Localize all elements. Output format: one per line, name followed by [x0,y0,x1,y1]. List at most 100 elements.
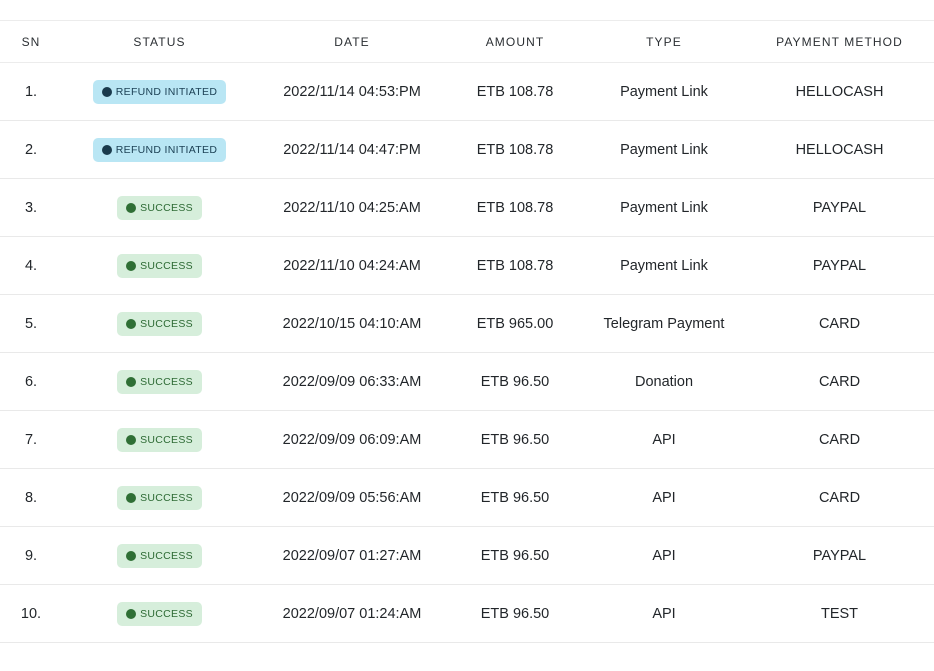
cell-status: SUCCESS [62,468,257,527]
table-row[interactable]: 2. REFUND INITIATED 2022/11/14 04:47:PM ETB… [0,120,934,179]
cell-date: 2022/09/09 06:33:AM [257,352,447,411]
column-header-status[interactable]: STATUS [62,21,257,63]
column-header-date[interactable]: DATE [257,21,447,63]
cell-amount: ETB 96.50 [447,410,583,469]
cell-type: Donation [583,352,745,411]
table-row[interactable]: 4. SUCCESS 2022/11/10 04:24:AM ETB 108.78 Pa… [0,236,934,295]
cell-payment-method: PAYPAL [745,178,934,237]
status-badge-label: REFUND INITIATED [115,85,218,98]
transactions-table: SN STATUS DATE AMOUNT TYPE PAYMENT METHO… [0,21,934,643]
status-dot-icon [101,86,112,97]
status-badge: SUCCESS [117,195,202,220]
cell-payment-method: PAYPAL [745,236,934,295]
cell-type: Telegram Payment [583,294,745,353]
status-dot-icon [126,550,137,561]
cell-date: 2022/11/10 04:25:AM [257,178,447,237]
table-row[interactable]: 8. SUCCESS 2022/09/09 05:56:AM ETB 96.50 API… [0,468,934,527]
cell-payment-method: CARD [745,468,934,527]
cell-sn: 5. [0,294,62,353]
cell-amount: ETB 965.00 [447,294,583,353]
cell-amount: ETB 96.50 [447,468,583,527]
cell-date: 2022/11/14 04:53:PM [257,62,447,121]
status-badge: SUCCESS [117,485,202,510]
status-badge-label: SUCCESS [140,549,193,562]
status-badge-label: SUCCESS [140,607,193,620]
cell-sn: 4. [0,236,62,295]
cell-payment-method: CARD [745,294,934,353]
status-dot-icon [126,318,137,329]
cell-status: REFUND INITIATED [62,62,257,121]
status-badge: REFUND INITIATED [92,79,227,104]
table-row[interactable]: 3. SUCCESS 2022/11/10 04:25:AM ETB 108.78 Pa… [0,178,934,237]
cell-date: 2022/09/07 01:24:AM [257,584,447,643]
table-row[interactable]: 10. SUCCESS 2022/09/07 01:24:AM ETB 96.50 AP… [0,584,934,643]
cell-type: Payment Link [583,236,745,295]
cell-sn: 9. [0,526,62,585]
status-dot-icon [101,144,112,155]
cell-amount: ETB 96.50 [447,526,583,585]
status-badge: REFUND INITIATED [92,137,227,162]
cell-type: API [583,410,745,469]
cell-type: Payment Link [583,62,745,121]
cell-date: 2022/10/15 04:10:AM [257,294,447,353]
status-badge-label: REFUND INITIATED [115,143,218,156]
status-badge-label: SUCCESS [140,201,193,214]
cell-sn: 1. [0,62,62,121]
status-badge: SUCCESS [117,253,202,278]
status-badge: SUCCESS [117,369,202,394]
cell-payment-method: CARD [745,352,934,411]
cell-sn: 8. [0,468,62,527]
table-row[interactable]: 9. SUCCESS 2022/09/07 01:27:AM ETB 96.50 API… [0,526,934,585]
table-row[interactable]: 5. SUCCESS 2022/10/15 04:10:AM ETB 965.00 Te… [0,294,934,353]
status-dot-icon [126,434,137,445]
table-row[interactable]: 1. REFUND INITIATED 2022/11/14 04:53:PM ETB… [0,62,934,121]
column-header-amount[interactable]: AMOUNT [447,21,583,63]
table-body: 1. REFUND INITIATED 2022/11/14 04:53:PM ETB… [0,62,934,643]
table-header: SN STATUS DATE AMOUNT TYPE PAYMENT METHO… [0,21,934,63]
cell-sn: 3. [0,178,62,237]
status-badge-label: SUCCESS [140,491,193,504]
status-dot-icon [126,376,137,387]
cell-status: SUCCESS [62,178,257,237]
cell-amount: ETB 108.78 [447,120,583,179]
cell-payment-method: PAYPAL [745,526,934,585]
cell-status: SUCCESS [62,352,257,411]
status-badge: SUCCESS [117,543,202,568]
cell-date: 2022/09/07 01:27:AM [257,526,447,585]
bottom-spacer [0,643,934,671]
column-header-sn[interactable]: SN [0,21,62,63]
status-badge: SUCCESS [117,601,202,626]
table-row[interactable]: 7. SUCCESS 2022/09/09 06:09:AM ETB 96.50 API… [0,410,934,469]
cell-payment-method: CARD [745,410,934,469]
status-badge-label: SUCCESS [140,375,193,388]
cell-status: SUCCESS [62,410,257,469]
cell-type: Payment Link [583,120,745,179]
cell-amount: ETB 108.78 [447,236,583,295]
cell-sn: 7. [0,410,62,469]
table-row[interactable]: 6. SUCCESS 2022/09/09 06:33:AM ETB 96.50 Don… [0,352,934,411]
cell-amount: ETB 108.78 [447,62,583,121]
column-header-type[interactable]: TYPE [583,21,745,63]
cell-date: 2022/09/09 05:56:AM [257,468,447,527]
cell-type: API [583,584,745,643]
cell-status: SUCCESS [62,294,257,353]
status-dot-icon [126,608,137,619]
cell-date: 2022/09/09 06:09:AM [257,410,447,469]
cell-sn: 2. [0,120,62,179]
cell-type: API [583,468,745,527]
top-divider [0,0,934,21]
status-dot-icon [126,492,137,503]
cell-status: SUCCESS [62,526,257,585]
header-row: SN STATUS DATE AMOUNT TYPE PAYMENT METHO… [0,21,934,63]
cell-status: REFUND INITIATED [62,120,257,179]
cell-type: Payment Link [583,178,745,237]
status-badge: SUCCESS [117,427,202,452]
cell-sn: 6. [0,352,62,411]
cell-sn: 10. [0,584,62,643]
status-dot-icon [126,202,137,213]
column-header-payment-method[interactable]: PAYMENT METHOD [745,21,934,63]
status-dot-icon [126,260,137,271]
cell-date: 2022/11/14 04:47:PM [257,120,447,179]
cell-type: API [583,526,745,585]
cell-status: SUCCESS [62,584,257,643]
